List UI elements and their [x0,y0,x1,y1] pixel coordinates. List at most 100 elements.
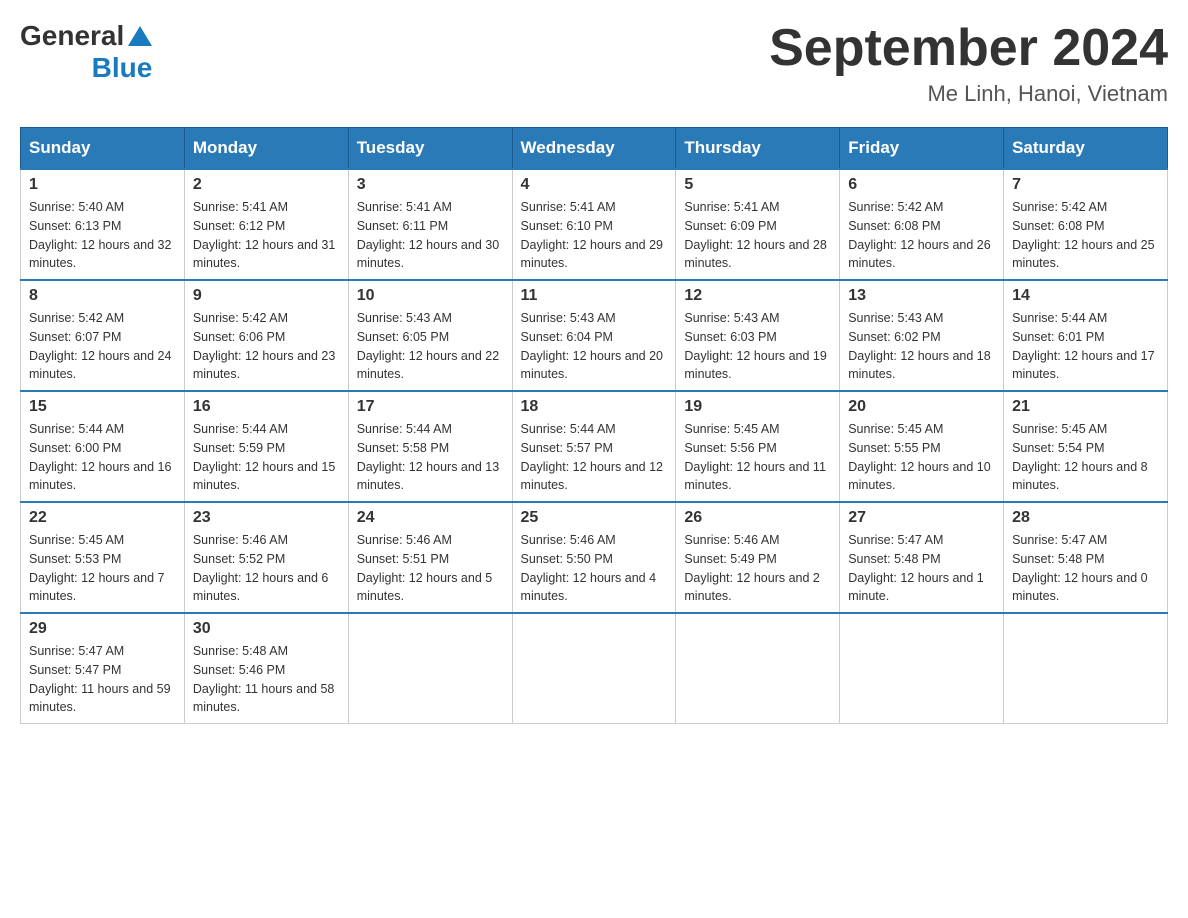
day-info: Sunrise: 5:45 AMSunset: 5:55 PMDaylight:… [848,420,995,495]
calendar-table: Sunday Monday Tuesday Wednesday Thursday… [20,127,1168,724]
day-number: 2 [193,176,340,194]
day-info: Sunrise: 5:44 AMSunset: 5:59 PMDaylight:… [193,420,340,495]
day-number: 6 [848,176,995,194]
day-number: 24 [357,509,504,527]
logo: General Blue [20,20,152,84]
calendar-cell: 27 Sunrise: 5:47 AMSunset: 5:48 PMDayligh… [840,502,1004,613]
day-number: 21 [1012,398,1159,416]
calendar-cell: 23Sunrise: 5:46 AMSunset: 5:52 PMDayligh… [184,502,348,613]
day-number: 1 [29,176,176,194]
day-number: 12 [684,287,831,305]
day-number: 29 [29,620,176,638]
calendar-cell: 24Sunrise: 5:46 AMSunset: 5:51 PMDayligh… [348,502,512,613]
day-number: 11 [521,287,668,305]
week-row-5: 29Sunrise: 5:47 AMSunset: 5:47 PMDayligh… [21,613,1168,724]
calendar-cell [840,613,1004,724]
day-number: 15 [29,398,176,416]
calendar-cell [1004,613,1168,724]
day-number: 18 [521,398,668,416]
logo-triangle-icon [128,26,152,46]
day-info: Sunrise: 5:41 AMSunset: 6:10 PMDaylight:… [521,198,668,273]
calendar-cell: 29Sunrise: 5:47 AMSunset: 5:47 PMDayligh… [21,613,185,724]
day-info: Sunrise: 5:43 AMSunset: 6:03 PMDaylight:… [684,309,831,384]
calendar-cell: 9 Sunrise: 5:42 AMSunset: 6:06 PMDaylight… [184,280,348,391]
day-info: Sunrise: 5:42 AMSunset: 6:08 PMDaylight:… [1012,198,1159,273]
calendar-cell: 30 Sunrise: 5:48 AMSunset: 5:46 PMDayligh… [184,613,348,724]
day-number: 30 [193,620,340,638]
day-number: 27 [848,509,995,527]
day-info: Sunrise: 5:45 AMSunset: 5:53 PMDaylight:… [29,531,176,606]
day-info: Sunrise: 5:47 AMSunset: 5:48 PMDaylight:… [848,531,995,606]
day-info: Sunrise: 5:42 AMSunset: 6:06 PMDaylight:… [193,309,340,384]
day-info: Sunrise: 5:44 AMSunset: 5:58 PMDaylight:… [357,420,504,495]
calendar-cell: 3 Sunrise: 5:41 AMSunset: 6:11 PMDaylight… [348,169,512,280]
calendar-cell: 22Sunrise: 5:45 AMSunset: 5:53 PMDayligh… [21,502,185,613]
day-info: Sunrise: 5:43 AMSunset: 6:04 PMDaylight:… [521,309,668,384]
day-info: Sunrise: 5:45 AMSunset: 5:54 PMDaylight:… [1012,420,1159,495]
calendar-cell: 28 Sunrise: 5:47 AMSunset: 5:48 PMDayligh… [1004,502,1168,613]
day-number: 9 [193,287,340,305]
day-info: Sunrise: 5:44 AMSunset: 6:00 PMDaylight:… [29,420,176,495]
day-info: Sunrise: 5:45 AMSunset: 5:56 PMDaylight:… [684,420,831,495]
day-number: 8 [29,287,176,305]
title-block: September 2024 Me Linh, Hanoi, Vietnam [769,20,1168,107]
day-number: 14 [1012,287,1159,305]
day-info: Sunrise: 5:47 AMSunset: 5:48 PMDaylight:… [1012,531,1159,606]
day-number: 3 [357,176,504,194]
calendar-cell: 18 Sunrise: 5:44 AMSunset: 5:57 PMDayligh… [512,391,676,502]
day-info: Sunrise: 5:42 AMSunset: 6:07 PMDaylight:… [29,309,176,384]
calendar-cell: 12 Sunrise: 5:43 AMSunset: 6:03 PMDayligh… [676,280,840,391]
calendar-cell: 1Sunrise: 5:40 AMSunset: 6:13 PMDaylight… [21,169,185,280]
day-number: 10 [357,287,504,305]
month-title: September 2024 [769,20,1168,77]
day-number: 25 [521,509,668,527]
week-row-3: 15 Sunrise: 5:44 AMSunset: 6:00 PMDayligh… [21,391,1168,502]
day-info: Sunrise: 5:41 AMSunset: 6:12 PMDaylight:… [193,198,340,273]
day-info: Sunrise: 5:46 AMSunset: 5:52 PMDaylight:… [193,531,340,606]
day-info: Sunrise: 5:44 AMSunset: 5:57 PMDaylight:… [521,420,668,495]
col-sunday: Sunday [21,128,185,170]
calendar-cell: 11 Sunrise: 5:43 AMSunset: 6:04 PMDayligh… [512,280,676,391]
day-number: 17 [357,398,504,416]
day-info: Sunrise: 5:41 AMSunset: 6:11 PMDaylight:… [357,198,504,273]
day-info: Sunrise: 5:41 AMSunset: 6:09 PMDaylight:… [684,198,831,273]
col-wednesday: Wednesday [512,128,676,170]
calendar-cell: 5Sunrise: 5:41 AMSunset: 6:09 PMDaylight… [676,169,840,280]
calendar-cell: 13Sunrise: 5:43 AMSunset: 6:02 PMDayligh… [840,280,1004,391]
day-info: Sunrise: 5:48 AMSunset: 5:46 PMDaylight:… [193,642,340,717]
week-row-2: 8 Sunrise: 5:42 AMSunset: 6:07 PMDaylight… [21,280,1168,391]
week-row-1: 1Sunrise: 5:40 AMSunset: 6:13 PMDaylight… [21,169,1168,280]
calendar-cell: 16Sunrise: 5:44 AMSunset: 5:59 PMDayligh… [184,391,348,502]
day-info: Sunrise: 5:43 AMSunset: 6:05 PMDaylight:… [357,309,504,384]
day-info: Sunrise: 5:46 AMSunset: 5:50 PMDaylight:… [521,531,668,606]
calendar-cell [676,613,840,724]
calendar-cell: 7 Sunrise: 5:42 AMSunset: 6:08 PMDaylight… [1004,169,1168,280]
calendar-cell: 15 Sunrise: 5:44 AMSunset: 6:00 PMDayligh… [21,391,185,502]
col-tuesday: Tuesday [348,128,512,170]
calendar-cell: 4 Sunrise: 5:41 AMSunset: 6:10 PMDaylight… [512,169,676,280]
calendar-cell: 6 Sunrise: 5:42 AMSunset: 6:08 PMDaylight… [840,169,1004,280]
location: Me Linh, Hanoi, Vietnam [769,81,1168,107]
day-number: 19 [684,398,831,416]
col-monday: Monday [184,128,348,170]
day-number: 26 [684,509,831,527]
calendar-cell: 14 Sunrise: 5:44 AMSunset: 6:01 PMDayligh… [1004,280,1168,391]
col-friday: Friday [840,128,1004,170]
calendar-cell: 10 Sunrise: 5:43 AMSunset: 6:05 PMDayligh… [348,280,512,391]
day-number: 13 [848,287,995,305]
calendar-cell [348,613,512,724]
calendar-cell: 25 Sunrise: 5:46 AMSunset: 5:50 PMDayligh… [512,502,676,613]
calendar-cell: 26 Sunrise: 5:46 AMSunset: 5:49 PMDayligh… [676,502,840,613]
calendar-cell: 8 Sunrise: 5:42 AMSunset: 6:07 PMDaylight… [21,280,185,391]
day-number: 4 [521,176,668,194]
calendar-cell [512,613,676,724]
day-number: 28 [1012,509,1159,527]
calendar-cell: 17 Sunrise: 5:44 AMSunset: 5:58 PMDayligh… [348,391,512,502]
calendar-cell: 20Sunrise: 5:45 AMSunset: 5:55 PMDayligh… [840,391,1004,502]
day-info: Sunrise: 5:44 AMSunset: 6:01 PMDaylight:… [1012,309,1159,384]
day-info: Sunrise: 5:42 AMSunset: 6:08 PMDaylight:… [848,198,995,273]
day-number: 7 [1012,176,1159,194]
day-info: Sunrise: 5:46 AMSunset: 5:49 PMDaylight:… [684,531,831,606]
page-header: General Blue September 2024 Me Linh, Han… [20,20,1168,107]
calendar-header-row: Sunday Monday Tuesday Wednesday Thursday… [21,128,1168,170]
